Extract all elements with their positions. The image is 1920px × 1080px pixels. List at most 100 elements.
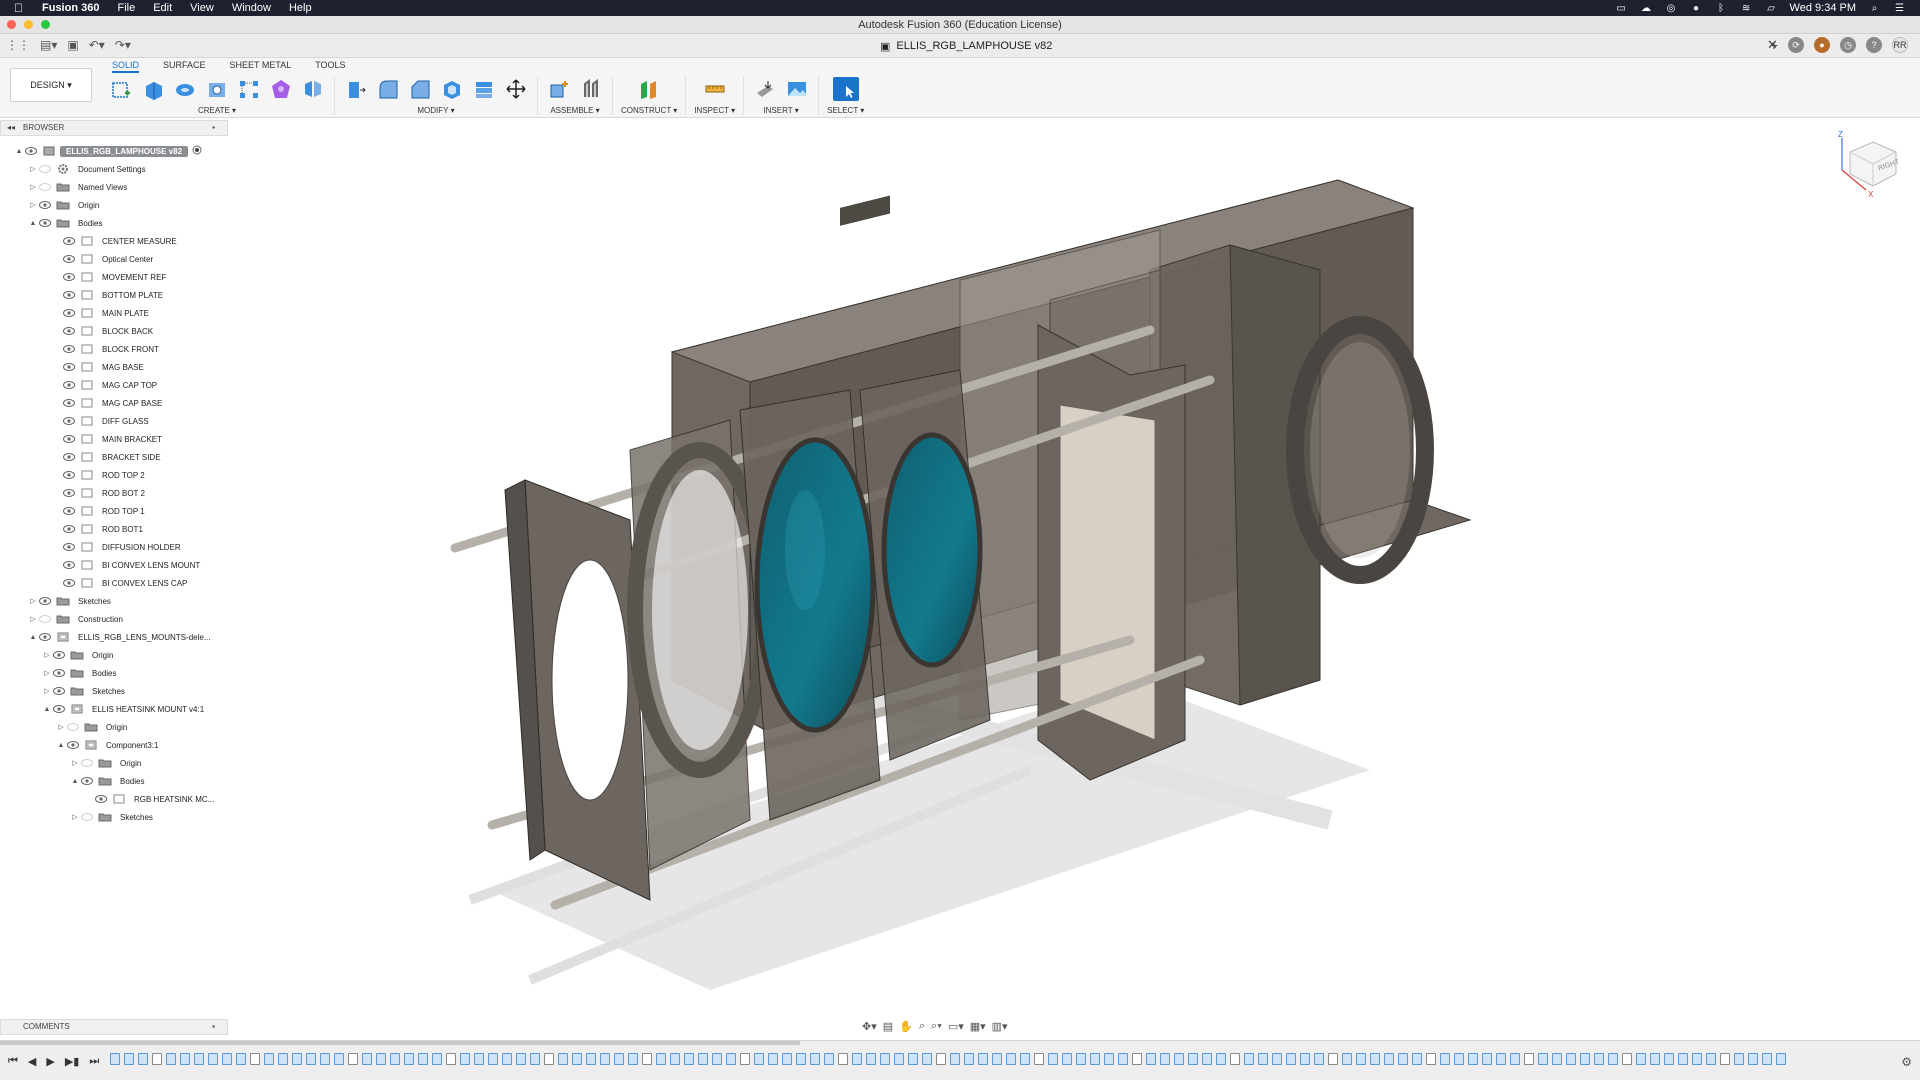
timeline-feature-icon[interactable] xyxy=(1678,1053,1688,1065)
tree-item[interactable]: ▲ Bodies xyxy=(70,772,144,790)
notifications-icon[interactable]: ◷ xyxy=(1840,37,1856,53)
visibility-eye-icon[interactable] xyxy=(52,704,66,714)
visibility-eye-icon[interactable] xyxy=(62,560,76,570)
expand-icon[interactable]: ▷ xyxy=(42,687,52,695)
visibility-eye-icon[interactable] xyxy=(24,146,38,156)
tree-item[interactable]: MAIN BRACKET xyxy=(52,430,162,448)
look-at-icon[interactable]: ▤ xyxy=(883,1020,893,1033)
tree-item[interactable]: DIFF GLASS xyxy=(52,412,149,430)
timeline-feature-icon[interactable] xyxy=(474,1053,484,1065)
timeline-feature-icon[interactable] xyxy=(530,1053,540,1065)
visibility-eye-icon[interactable] xyxy=(62,344,76,354)
timeline-feature-icon[interactable] xyxy=(1762,1053,1772,1065)
timeline-feature-icon[interactable] xyxy=(194,1053,204,1065)
timeline-feature-icon[interactable] xyxy=(544,1053,554,1065)
expand-icon[interactable]: ▲ xyxy=(70,778,80,785)
menu-window[interactable]: Window xyxy=(232,2,271,14)
timeline-feature-icon[interactable] xyxy=(1300,1053,1310,1065)
timeline-feature-icon[interactable] xyxy=(208,1053,218,1065)
timeline-feature-icon[interactable] xyxy=(376,1053,386,1065)
tree-item[interactable]: RGB HEATSINK MC... xyxy=(84,790,214,808)
visibility-eye-icon[interactable] xyxy=(38,182,52,192)
timeline-feature-icon[interactable] xyxy=(936,1053,946,1065)
timeline-feature-icon[interactable] xyxy=(1244,1053,1254,1065)
document-tab[interactable]: ▣ ELLIS_RGB_LAMPHOUSE v82 xyxy=(880,37,1052,55)
model-render[interactable] xyxy=(230,120,1920,1020)
visibility-eye-icon[interactable] xyxy=(62,290,76,300)
apple-icon[interactable]:  xyxy=(14,1,28,15)
browser-pin-icon[interactable]: ▪ xyxy=(212,121,215,135)
timeline-feature-icon[interactable] xyxy=(726,1053,736,1065)
expand-icon[interactable]: ▷ xyxy=(56,723,66,731)
timeline-feature-icon[interactable] xyxy=(964,1053,974,1065)
timeline-feature-icon[interactable] xyxy=(558,1053,568,1065)
comments-panel-header[interactable]: COMMENTS ▪ xyxy=(0,1019,228,1035)
timeline-feature-icon[interactable] xyxy=(1230,1053,1240,1065)
tree-item[interactable]: BRACKET SIDE xyxy=(52,448,161,466)
tree-item[interactable]: MAG BASE xyxy=(52,358,144,376)
timeline-feature-icon[interactable] xyxy=(516,1053,526,1065)
timeline-feature-icon[interactable] xyxy=(166,1053,176,1065)
tree-item[interactable]: ▷ Sketches xyxy=(28,592,111,610)
tree-item[interactable]: ▲ Component3:1 xyxy=(56,736,158,754)
tree-item[interactable]: BOTTOM PLATE xyxy=(52,286,163,304)
timeline-feature-icon[interactable] xyxy=(1468,1053,1478,1065)
timeline-feature-icon[interactable] xyxy=(1216,1053,1226,1065)
timeline-feature-icon[interactable] xyxy=(446,1053,456,1065)
timeline-feature-icon[interactable] xyxy=(1146,1053,1156,1065)
file-menu-icon[interactable]: ▤▾ xyxy=(40,38,57,52)
timeline-feature-icon[interactable] xyxy=(922,1053,932,1065)
color-wheel-icon[interactable]: ● xyxy=(1690,3,1703,14)
timeline-feature-icon[interactable] xyxy=(390,1053,400,1065)
timeline-feature-icon[interactable] xyxy=(1118,1053,1128,1065)
timeline-feature-icon[interactable] xyxy=(642,1053,652,1065)
app-menu[interactable]: Fusion 360 xyxy=(42,2,99,14)
visibility-eye-icon[interactable] xyxy=(38,614,52,624)
timeline-feature-icon[interactable] xyxy=(1328,1053,1338,1065)
timeline-feature-icon[interactable] xyxy=(866,1053,876,1065)
construct-group-label[interactable]: CONSTRUCT ▾ xyxy=(621,106,677,115)
tree-item[interactable]: ROD BOT1 xyxy=(52,520,143,538)
timeline-settings-icon[interactable]: ⚙ xyxy=(1901,1055,1912,1069)
expand-icon[interactable]: ▷ xyxy=(28,165,38,173)
visibility-eye-icon[interactable] xyxy=(66,740,80,750)
timeline-feature-icon[interactable] xyxy=(1636,1053,1646,1065)
menu-view[interactable]: View xyxy=(190,2,214,14)
timeline-feature-icon[interactable] xyxy=(1580,1053,1590,1065)
timeline-feature-icon[interactable] xyxy=(1132,1053,1142,1065)
tree-item[interactable]: ▷ Origin xyxy=(28,196,99,214)
timeline-feature-icon[interactable] xyxy=(124,1053,134,1065)
tab-sheet-metal[interactable]: SHEET METAL xyxy=(230,60,292,73)
viewcube[interactable]: RIGHT Z X xyxy=(1838,130,1908,200)
menu-file[interactable]: File xyxy=(117,2,135,14)
expand-icon[interactable]: ▷ xyxy=(42,669,52,677)
timeline-feature-icon[interactable] xyxy=(614,1053,624,1065)
visibility-eye-icon[interactable] xyxy=(62,326,76,336)
timeline-feature-icon[interactable] xyxy=(1104,1053,1114,1065)
assemble-group-label[interactable]: ASSEMBLE ▾ xyxy=(550,106,599,115)
hole-icon[interactable] xyxy=(204,77,230,101)
step-forward-icon[interactable]: ▶▮ xyxy=(65,1055,80,1068)
timeline-feature-icon[interactable] xyxy=(1440,1053,1450,1065)
visibility-eye-icon[interactable] xyxy=(62,578,76,588)
timeline-feature-icon[interactable] xyxy=(796,1053,806,1065)
visibility-eye-icon[interactable] xyxy=(38,164,52,174)
timeline-feature-icon[interactable] xyxy=(810,1053,820,1065)
data-panel-icon[interactable]: ⋮⋮ xyxy=(6,38,30,52)
visibility-eye-icon[interactable] xyxy=(52,686,66,696)
expand-icon[interactable]: ▷ xyxy=(28,201,38,209)
control-center-icon[interactable]: ☰ xyxy=(1893,3,1906,14)
creative-cloud-icon[interactable]: ◎ xyxy=(1665,3,1678,14)
tree-item[interactable]: ▲ Bodies xyxy=(28,214,102,232)
tree-item[interactable]: BI CONVEX LENS CAP xyxy=(52,574,187,592)
visibility-eye-icon[interactable] xyxy=(62,272,76,282)
timeline-feature-icon[interactable] xyxy=(460,1053,470,1065)
timeline-feature-icon[interactable] xyxy=(1454,1053,1464,1065)
form-icon[interactable] xyxy=(268,77,294,101)
expand-icon[interactable]: ▷ xyxy=(70,759,80,767)
timeline-feature-icon[interactable] xyxy=(1384,1053,1394,1065)
lens-mount-front[interactable] xyxy=(504,479,651,901)
grid-snaps-icon[interactable]: ▦▾ xyxy=(970,1020,986,1033)
visibility-eye-icon[interactable] xyxy=(52,650,66,660)
timeline-feature-icon[interactable] xyxy=(1482,1053,1492,1065)
